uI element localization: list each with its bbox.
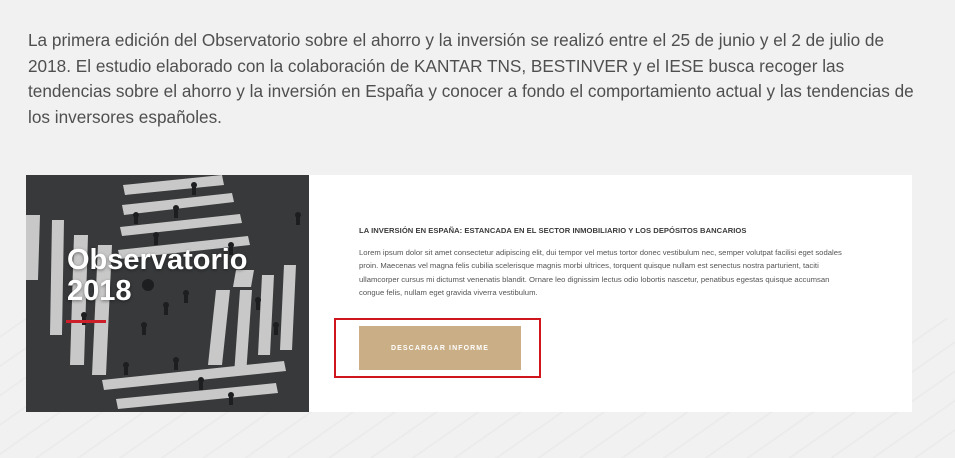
hero-title: Observatorio 2018 xyxy=(67,245,248,307)
hero-title-line-2: 2018 xyxy=(67,275,132,307)
article-title: LA INVERSIÓN EN ESPAÑA: ESTANCADA EN EL … xyxy=(359,226,747,235)
crosswalk-photo: Observatorio 2018 xyxy=(26,175,309,412)
intro-paragraph: La primera edición del Observatorio sobr… xyxy=(28,30,914,127)
hero-accent-bar xyxy=(66,320,106,323)
article-body: Lorem ipsum dolor sit amet consectetur a… xyxy=(359,248,842,298)
observatorio-card: Observatorio 2018 LA INVERSIÓN EN ESPAÑA… xyxy=(26,175,912,412)
download-report-button[interactable]: DESCARGAR INFORME xyxy=(359,326,521,370)
hero-title-line-1: Observatorio xyxy=(67,244,248,276)
card-content: LA INVERSIÓN EN ESPAÑA: ESTANCADA EN EL … xyxy=(309,175,912,412)
